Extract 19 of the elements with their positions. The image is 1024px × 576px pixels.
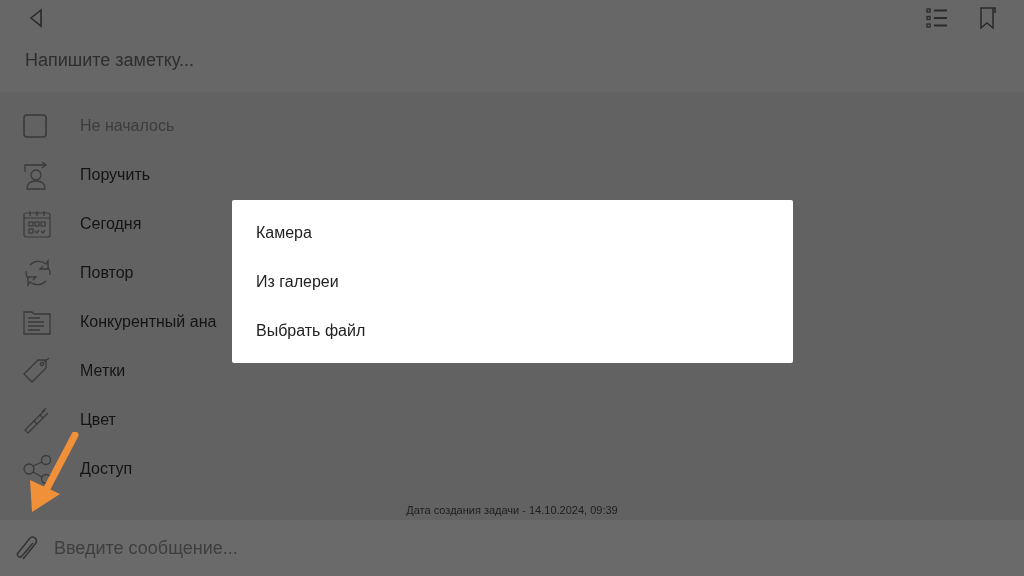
menu-item-label[interactable]: Доступ: [80, 459, 133, 478]
menu-item-label[interactable]: Конкурентный ана: [80, 312, 217, 331]
creation-date: Дата создания задачи - 14.10.2024, 09:39: [405, 504, 619, 518]
menu-item-label[interactable]: Цвет: [80, 410, 116, 429]
menu-item-label[interactable]: Поручить: [80, 165, 151, 184]
bookmark-icon[interactable]: [978, 6, 998, 30]
back-icon[interactable]: [28, 8, 44, 28]
calendar-icon: [22, 208, 52, 239]
menu-option[interactable]: Выбрать файл: [232, 306, 793, 355]
menu-item-label[interactable]: Метки: [80, 361, 126, 380]
share-icon: [22, 453, 54, 484]
menu-item-label[interactable]: Повтор: [80, 263, 134, 282]
note-field[interactable]: Напишите заметку...: [25, 50, 525, 71]
menu-option[interactable]: Из галереи: [232, 257, 793, 306]
list-icon[interactable]: [926, 7, 948, 29]
checkbox[interactable]: [22, 112, 48, 139]
menu-item-label[interactable]: Сегодня: [80, 214, 142, 233]
repeat-icon: [22, 256, 54, 289]
menu-option[interactable]: Камера: [232, 208, 793, 257]
